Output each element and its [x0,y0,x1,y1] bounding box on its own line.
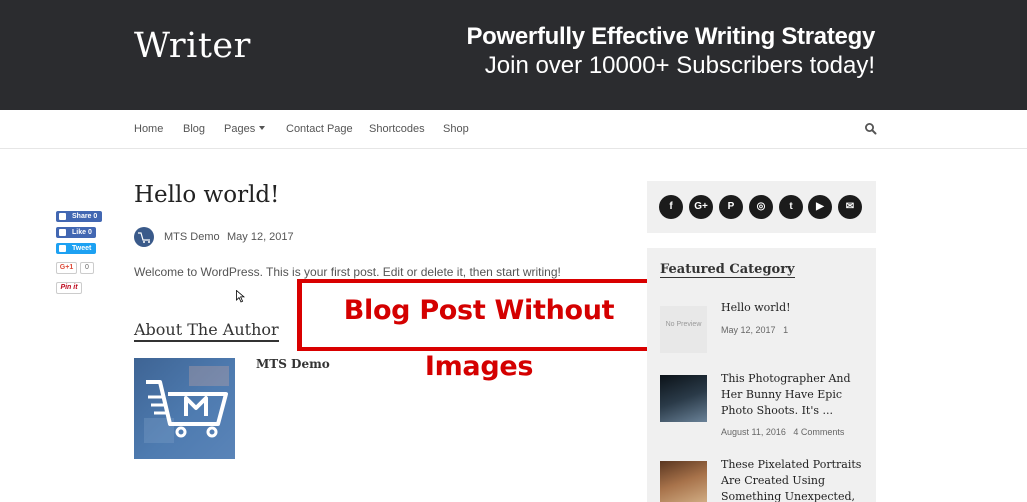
author-name[interactable]: MTS Demo [256,357,330,371]
nav-item-pages[interactable]: Pages [224,123,266,135]
shopping-cart-icon [144,366,229,443]
nav-item-home[interactable]: Home [134,123,163,135]
pinterest-icon[interactable]: P [719,195,743,219]
facebook-icon[interactable]: f [659,195,683,219]
title-line: Hello world! [721,301,791,314]
cart-logo-icon [138,232,150,243]
google-plus-button[interactable]: G+1 [56,262,77,274]
google-plus-count: 0 [80,262,94,274]
featured-category-heading: Featured Category [660,262,795,278]
facebook-like-button[interactable]: Like 0 [56,227,96,238]
pinterest-button[interactable]: Pin it [56,282,82,294]
title-line: Are Created Using [721,474,825,487]
item-comments[interactable]: 4 Comments [793,427,844,437]
title-line: Her Bunny Have Epic [721,388,843,401]
item-date: May 12, 2017 [721,325,776,335]
facebook-share-label: Share 0 [72,213,98,220]
promo-title: Powerfully Effective Writing Strategy [466,23,875,50]
post-date: May 12, 2017 [227,231,294,243]
featured-item-meta: May 12, 2017 1 [721,325,788,335]
twitter-icon [59,245,66,252]
featured-item-meta: August 11, 2016 4 Comments [721,427,844,437]
facebook-share-button[interactable]: Share 0 [56,211,102,222]
title-line: This Photographer And [721,372,851,385]
chevron-down-icon [259,126,266,130]
tweet-label: Tweet [72,245,92,252]
featured-item-title[interactable]: Hello world! [721,300,871,316]
item-comments[interactable]: 1 [783,325,788,335]
search-icon[interactable] [864,122,878,136]
photographer-thumbnail[interactable] [660,375,707,422]
facebook-like-label: Like 0 [72,229,92,236]
google-plus-icon[interactable]: G+ [689,195,713,219]
featured-item-title[interactable]: These Pixelated Portraits Are Created Us… [721,457,871,502]
facebook-icon [59,213,66,220]
twitter-icon[interactable]: t [779,195,803,219]
email-icon[interactable]: ✉ [838,195,862,219]
nav-item-pages-label: Pages [224,123,256,135]
overlay-caption: Blog Post Without Images [302,283,656,382]
post-title[interactable]: Hello world! [134,182,279,208]
site-header: Writer Powerfully Effective Writing Stra… [0,0,1027,110]
about-author-heading: About The Author [134,320,279,342]
author-image [134,358,235,459]
header-promo: Powerfully Effective Writing Strategy Jo… [466,22,875,80]
item-date: August 11, 2016 [721,427,786,437]
title-line: Something Unexpected, [721,490,855,502]
thumbs-up-icon [59,229,66,236]
post-excerpt: Welcome to WordPress. This is your first… [134,265,561,279]
site-logo[interactable]: Writer [134,26,251,66]
nav-item-blog[interactable]: Blog [183,123,205,135]
mouse-cursor-icon [236,290,245,303]
instagram-icon[interactable]: ◎ [749,195,773,219]
title-line: Photo Shoots. It's ... [721,404,833,417]
nav-item-shop[interactable]: Shop [443,123,469,135]
tweet-button[interactable]: Tweet [56,243,96,254]
nav-item-contact-page[interactable]: Contact Page [286,123,353,135]
overlay-caption-box: Blog Post Without Images [297,279,661,382]
featured-item-title[interactable]: This Photographer And Her Bunny Have Epi… [721,371,871,419]
promo-subtitle: Join over 10000+ Subscribers today! [484,52,875,79]
title-line: These Pixelated Portraits [721,458,862,471]
pixelated-portraits-thumbnail[interactable] [660,461,707,502]
nav-item-shortcodes[interactable]: Shortcodes [369,123,425,135]
post-author[interactable]: MTS Demo [164,231,220,243]
no-preview-thumbnail[interactable]: No Preview [660,306,707,353]
youtube-icon[interactable]: ▶ [808,195,832,219]
author-avatar[interactable] [134,227,154,247]
